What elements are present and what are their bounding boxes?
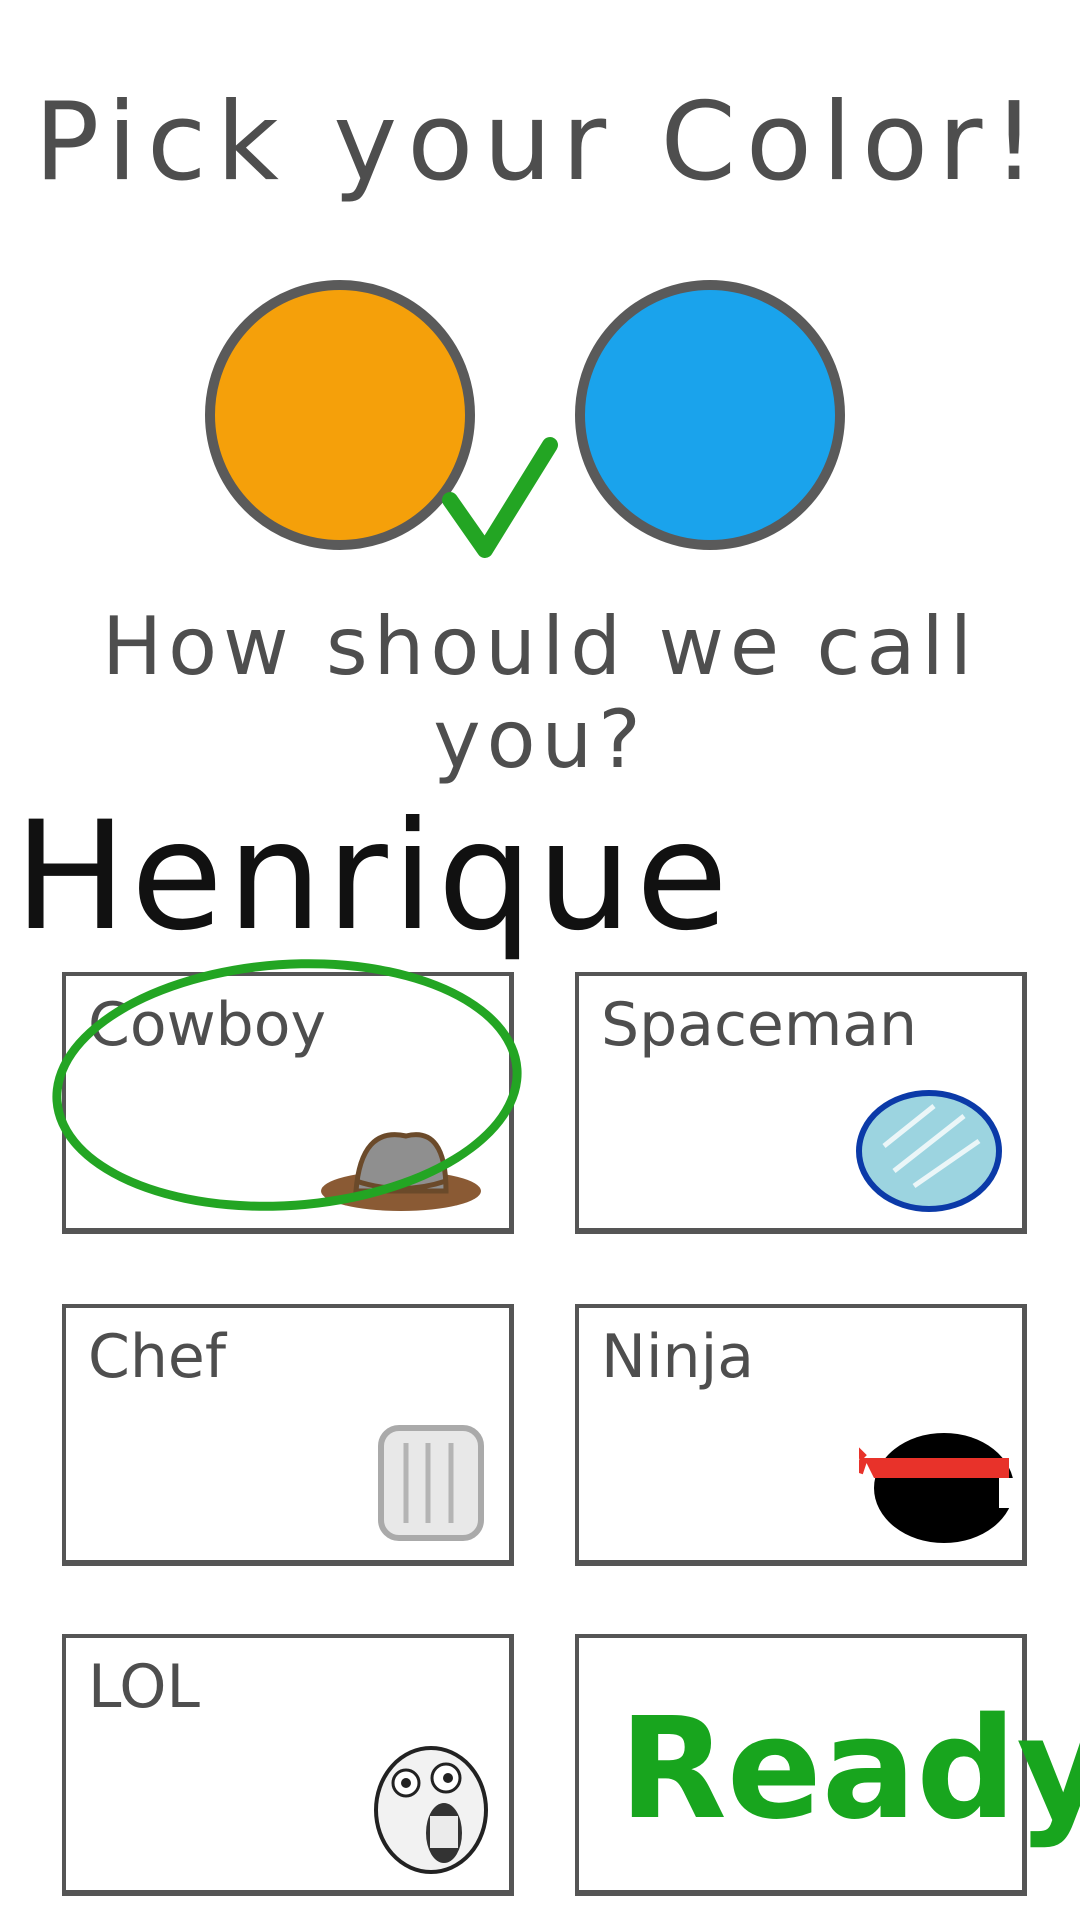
chef-hat-icon [378,1425,484,1541]
ready-button[interactable]: Ready [575,1634,1080,1896]
character-card-chef[interactable]: Chef [62,1304,514,1566]
name-prompt: How should we call you? [102,600,978,786]
character-label: Ninja [601,1322,755,1392]
character-label: Spaceman [601,990,918,1060]
space-helmet-icon [856,1090,1002,1212]
checkmark-icon [442,437,558,558]
blue-color-option[interactable] [575,280,845,550]
lol-face-icon [374,1746,488,1874]
page-title: Pick your Color! [34,80,1046,205]
orange-color-option[interactable] [205,280,475,550]
ready-label: Ready [619,1688,1080,1851]
character-card-ninja[interactable]: Ninja [575,1304,1027,1566]
character-card-lol[interactable]: LOL [62,1634,514,1896]
character-label: LOL [88,1652,200,1722]
character-card-spaceman[interactable]: Spaceman [575,972,1027,1234]
character-label: Chef [88,1322,226,1392]
ninja-head-icon [859,1433,1019,1543]
player-name-input[interactable]: Henrique [14,790,732,964]
